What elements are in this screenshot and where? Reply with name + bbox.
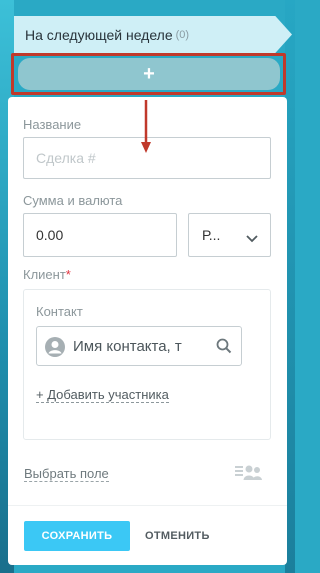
quick-deal-form: Название Сумма и валюта Р... Клиент* Кон… [8,97,287,565]
client-label: Клиент* [23,267,71,282]
user-avatar-icon [45,337,65,357]
amount-input[interactable] [23,213,177,257]
stage-title: На следующей неделе [25,26,173,43]
choose-field-link[interactable]: Выбрать поле [24,466,109,482]
currency-select[interactable]: Р... [188,213,271,257]
stage-header: На следующей неделе (0) [14,16,292,53]
title-label: Название [23,117,82,132]
cancel-button[interactable]: ОТМЕНИТЬ [141,521,214,551]
people-settings-icon[interactable] [234,463,264,486]
arrow-down-icon [141,100,151,153]
client-block: Контакт + Добавить участника [23,289,271,440]
currency-value: Р... [202,227,221,243]
amount-label: Сумма и валюта [23,193,123,208]
contact-name-input[interactable] [73,327,213,365]
stage-count: (0) [175,28,190,41]
contact-label: Контакт [36,304,83,319]
footer-divider [8,505,287,506]
required-mark: * [65,267,71,282]
chevron-down-icon [246,230,258,248]
add-deal-button[interactable]: + [18,58,280,90]
contact-search-field[interactable] [36,326,242,366]
client-label-text: Клиент [23,267,66,282]
add-member-link[interactable]: + Добавить участника [36,387,169,403]
save-button[interactable]: СОХРАНИТЬ [24,521,130,551]
search-icon[interactable] [216,338,232,359]
